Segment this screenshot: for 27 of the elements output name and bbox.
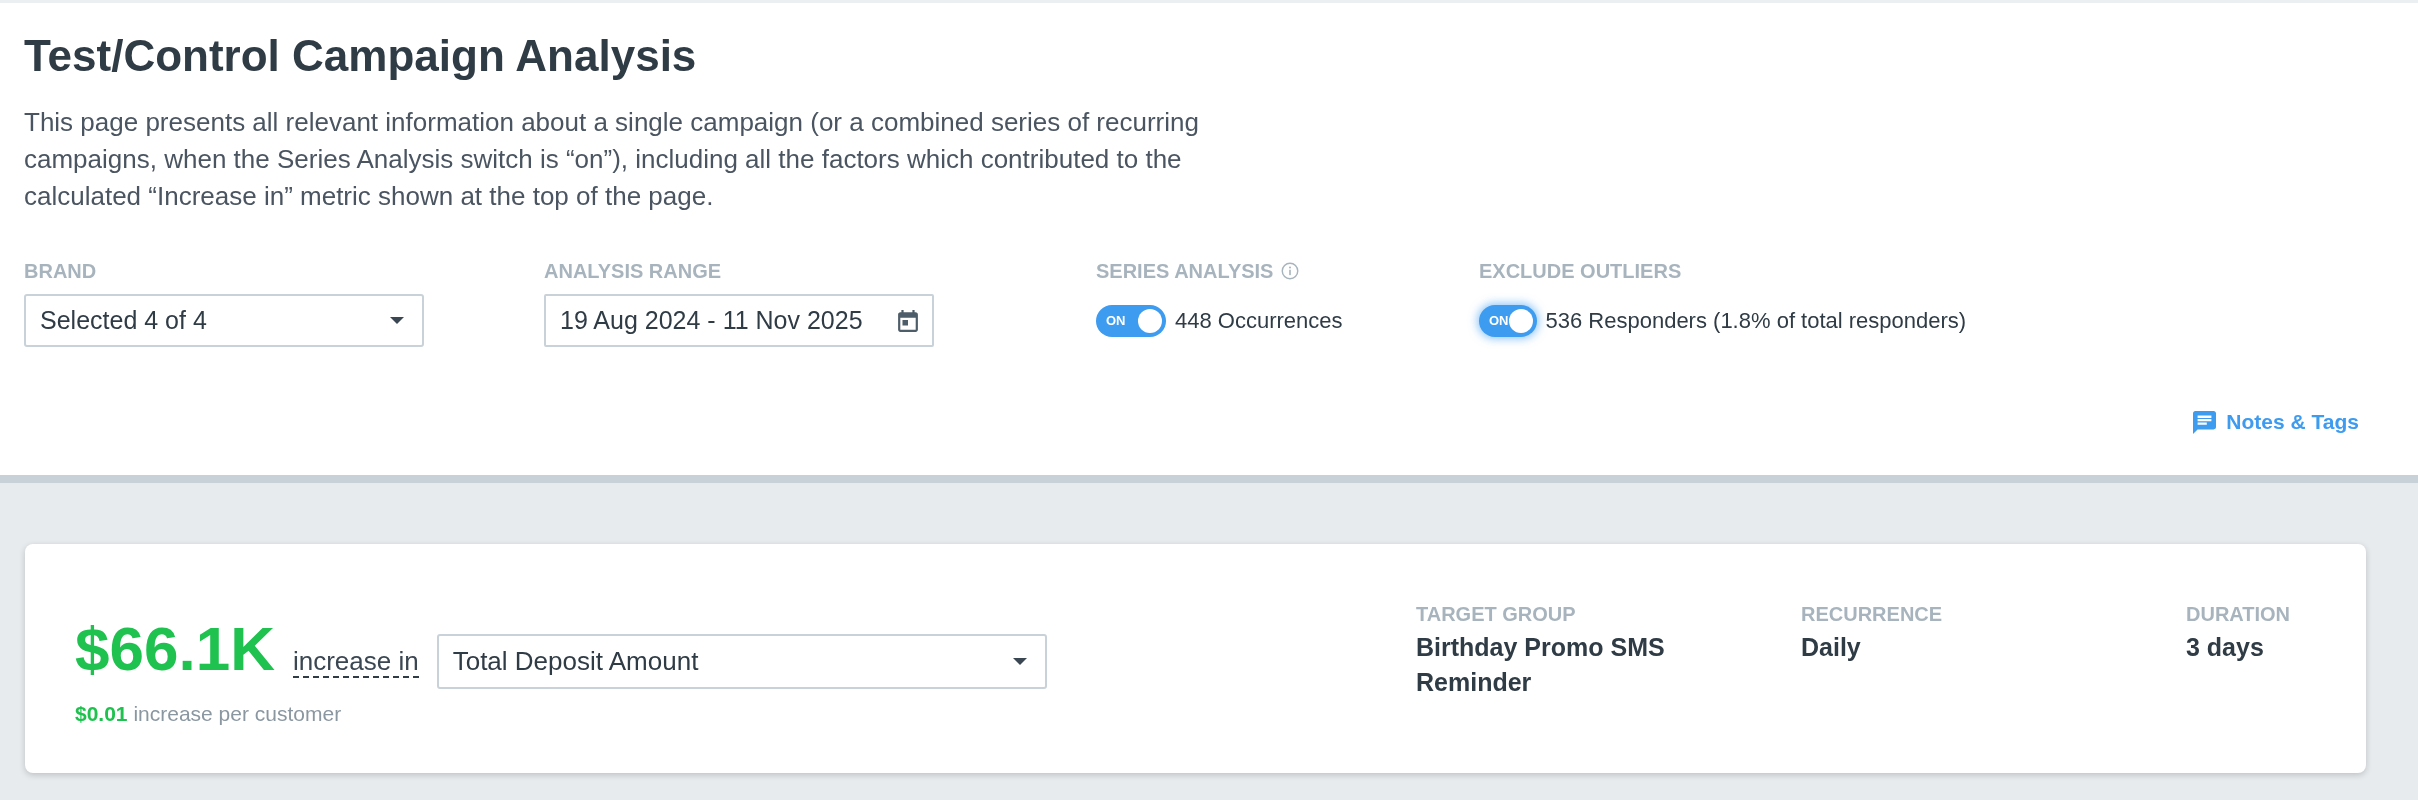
page-title: Test/Control Campaign Analysis [24, 31, 698, 81]
calendar-icon [898, 309, 918, 332]
metric-dropdown[interactable]: Total Deposit Amount [436, 634, 1047, 689]
detail-label: RECURRENCE [1801, 602, 1944, 626]
detail-value: Birthday Promo SMS Reminder [1416, 632, 1666, 698]
filter-label: ANALYSIS RANGE [544, 259, 722, 283]
filter-label: EXCLUDE OUTLIERS [1479, 259, 1682, 283]
speech-bubble-icon [2193, 410, 2217, 434]
detail-value: 3 days [2186, 632, 2265, 663]
filter-label: SERIES ANALYSIS [1096, 259, 1274, 283]
page-description: This page presents all relevant information about a single campaign (or a combined series of recurring campaigns, when the Series Analysis switch is “on”), including all the factors which contributed to the calculated “Increase in” metric shown at the top of the page. [24, 106, 1200, 213]
switch-caption: 536 Responders (1.8% of total responders) [1545, 307, 1967, 334]
detail-label: TARGET GROUP [1416, 602, 1577, 626]
switch-thumb [1138, 308, 1162, 333]
info-icon[interactable] [1281, 262, 1300, 280]
filter-label: BRAND [24, 259, 97, 283]
date-range-field[interactable]: 19 Aug 2024 - 11 Nov 2025 [544, 294, 934, 347]
dropdown[interactable]: Selected 4 of 4 [24, 294, 424, 347]
per-customer-increase: $0.01 increase per customer [75, 701, 343, 727]
increase-in-term: increase in [292, 646, 419, 678]
switch-caption: 448 Occurrences [1175, 307, 1343, 334]
detail-label: DURATION [2186, 602, 2292, 626]
caret-icon [1012, 658, 1027, 665]
switch-thumb [1508, 308, 1533, 333]
detail-value: Daily [1801, 632, 1862, 663]
caret-icon [390, 317, 404, 324]
increase-amount: $66.1K [75, 616, 275, 682]
